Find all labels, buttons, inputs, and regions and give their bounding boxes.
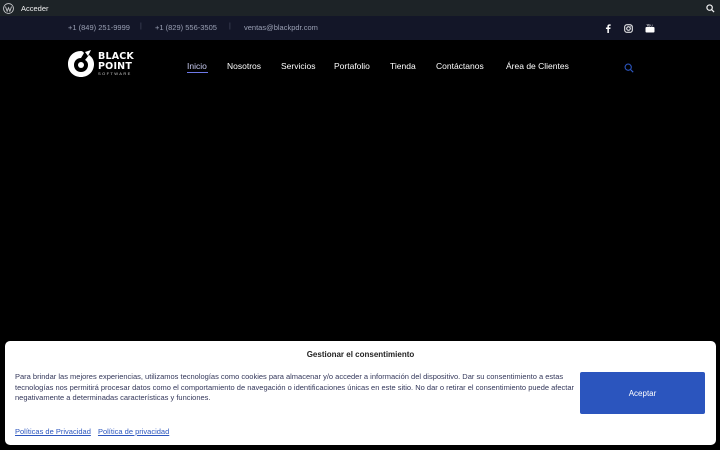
instagram-icon[interactable] [622, 22, 634, 34]
cookie-consent-banner: Gestionar el consentimiento Para brindar… [5, 341, 716, 445]
site-header: BLACK POINT SOFTWARE Inicio Nosotros Ser… [0, 40, 720, 92]
privacy-policy-link[interactable]: Política de privacidad [98, 427, 169, 436]
nav-active-indicator [187, 72, 208, 73]
accept-button[interactable]: Aceptar [580, 372, 705, 414]
nav-item-tienda[interactable]: Tienda [390, 61, 416, 71]
contact-bar: +1 (849) 251-9999 | +1 (829) 556-3505 | … [0, 16, 720, 40]
nav-item-inicio[interactable]: Inicio [187, 61, 207, 71]
separator: | [229, 23, 231, 30]
admin-search-icon[interactable] [704, 2, 716, 14]
separator: | [140, 23, 142, 30]
admin-login-link[interactable]: Acceder [21, 4, 49, 13]
cookie-title: Gestionar el consentimiento [306, 350, 415, 359]
logo-text: BLACK POINT SOFTWARE [98, 52, 134, 76]
search-icon[interactable] [624, 60, 635, 73]
svg-text:You: You [647, 23, 653, 27]
facebook-icon[interactable] [602, 22, 614, 34]
youtube-icon[interactable]: You [644, 22, 656, 34]
cookie-links: Políticas de Privacidad Política de priv… [15, 427, 174, 436]
phone-1-link[interactable]: +1 (849) 251-9999 [68, 23, 130, 32]
email-link[interactable]: ventas@blackpdr.com [244, 23, 318, 32]
nav-item-servicios[interactable]: Servicios [281, 61, 315, 71]
logo-mark-icon [68, 50, 94, 77]
cookie-message: Para brindar las mejores experiencias, u… [15, 372, 575, 402]
admin-bar: Acceder [0, 0, 720, 16]
privacy-policies-link[interactable]: Políticas de Privacidad [15, 427, 91, 436]
nav-item-area-clientes[interactable]: Área de Clientes [506, 61, 569, 71]
nav-item-contactanos[interactable]: Contáctanos [436, 61, 484, 71]
phone-2-link[interactable]: +1 (829) 556-3505 [155, 23, 217, 32]
wordpress-icon[interactable] [0, 0, 16, 16]
nav-item-nosotros[interactable]: Nosotros [227, 61, 261, 71]
logo-line-3: SOFTWARE [98, 71, 132, 76]
nav-item-portafolio[interactable]: Portafolio [334, 61, 370, 71]
site-logo[interactable]: BLACK POINT SOFTWARE [67, 49, 134, 79]
logo-line-2: POINT [98, 60, 133, 72]
